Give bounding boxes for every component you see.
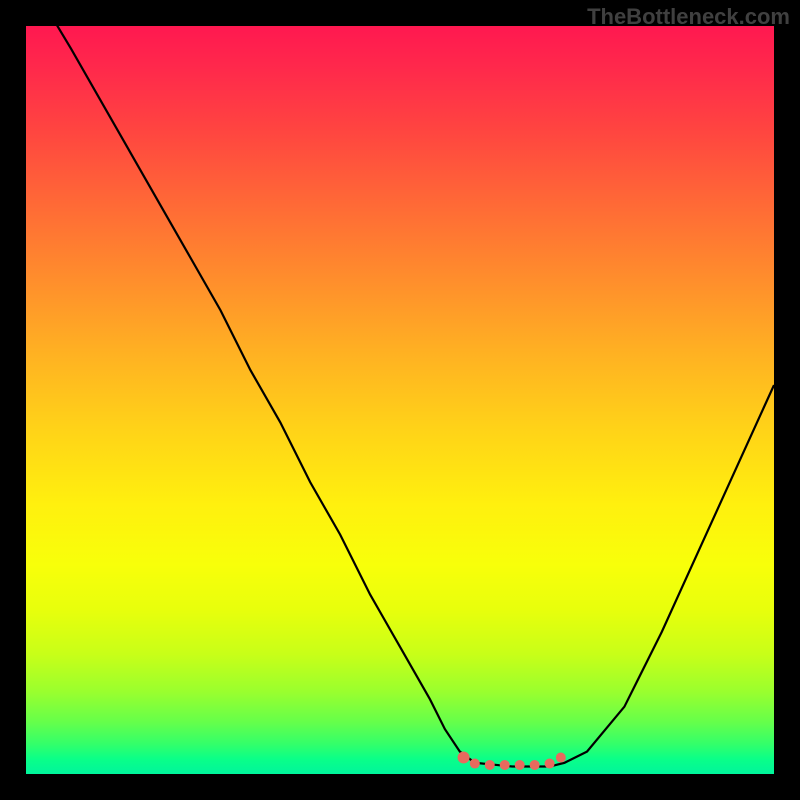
chart-plot-area	[26, 26, 774, 774]
valley-dot	[545, 759, 555, 769]
bottleneck-curve	[26, 26, 774, 767]
valley-dot	[556, 753, 566, 763]
valley-dot	[500, 760, 510, 770]
valley-dot	[515, 760, 525, 770]
watermark-text: TheBottleneck.com	[587, 4, 790, 30]
valley-dot	[530, 760, 540, 770]
chart-svg	[26, 26, 774, 774]
valley-dot	[470, 759, 480, 769]
valley-dot	[485, 760, 495, 770]
valley-dot	[458, 752, 470, 764]
